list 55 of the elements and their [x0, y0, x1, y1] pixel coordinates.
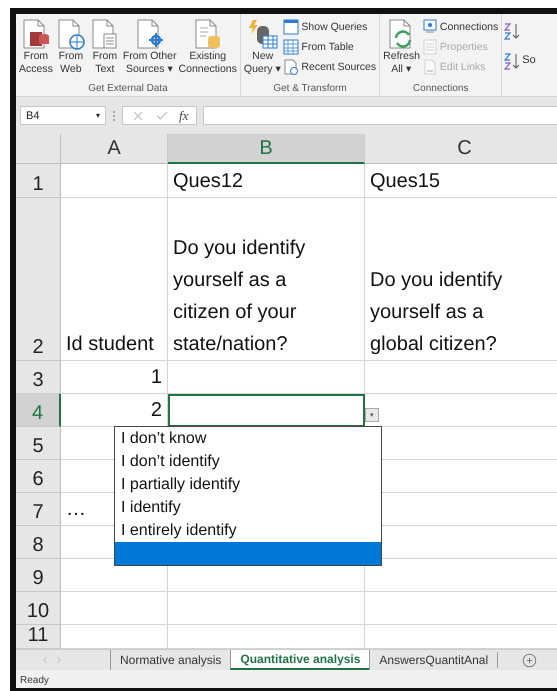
chain-document-icon: [422, 59, 438, 75]
sheet-cell[interactable]: [61, 164, 168, 198]
sheet-cell[interactable]: Ques15: [365, 164, 557, 198]
table-icon: [283, 39, 300, 55]
ribbon-button[interactable]: From Other Sources ▾: [122, 17, 178, 77]
grip-icon: [112, 110, 116, 122]
ribbon-button[interactable]: Refresh All ▾: [382, 17, 421, 77]
sheet-cell[interactable]: Do you identify yourself as a citizen of your state/nation?: [168, 198, 365, 361]
row-header[interactable]: 3: [16, 361, 61, 394]
sheet-cell[interactable]: 1: [61, 361, 168, 394]
ribbon-button[interactable]: From Text: [88, 17, 122, 77]
queries-pane-icon: [283, 19, 300, 35]
sheet-cell[interactable]: [61, 592, 168, 625]
ribbon-button[interactable]: New Query ▾: [242, 17, 282, 77]
row-header[interactable]: 5: [16, 427, 61, 460]
ribbon-button[interactable]: Show Queries: [282, 17, 378, 37]
group-label: Get & Transform: [272, 83, 348, 96]
name-box[interactable]: B4 ▾: [20, 106, 106, 125]
new-query-icon: [246, 18, 279, 50]
insert-function-button[interactable]: fx: [179, 108, 188, 124]
ribbon-button[interactable]: From Web: [54, 17, 88, 77]
row-header[interactable]: 2: [16, 198, 61, 361]
sheet-cell[interactable]: [168, 361, 365, 394]
row-header[interactable]: 6: [16, 460, 61, 493]
row-header[interactable]: 1: [16, 164, 61, 198]
group-label: Connections: [412, 83, 470, 96]
list-icon: [422, 39, 438, 55]
row-header[interactable]: 7: [16, 493, 61, 526]
formula-input[interactable]: [203, 106, 557, 125]
sheet-cell[interactable]: Ques12: [168, 164, 365, 198]
selected-cell[interactable]: [168, 394, 365, 427]
ribbon-button[interactable]: From Table: [282, 37, 378, 57]
ribbon-button[interactable]: From Access: [18, 17, 54, 77]
group-label: Get External Data: [87, 83, 169, 96]
column-header[interactable]: C: [365, 134, 557, 164]
sheet-tab[interactable]: Quantitative analysis: [230, 650, 370, 670]
clock-document-icon: [283, 59, 300, 75]
select-all-corner[interactable]: [16, 134, 61, 164]
row-header[interactable]: 11: [16, 625, 61, 649]
ribbon-button[interactable]: Connections: [420, 17, 500, 37]
sheet-cell[interactable]: Id student: [61, 198, 168, 361]
sheet-cell[interactable]: [168, 592, 365, 625]
column-header[interactable]: B: [168, 134, 365, 164]
row-header[interactable]: 10: [16, 592, 61, 625]
ribbon-button-label[interactable]: So: [522, 54, 536, 66]
sheet-cell[interactable]: Do you identify yourself as a global citizen?: [365, 198, 557, 361]
connections-icon: [422, 19, 438, 35]
row-header[interactable]: 9: [16, 559, 61, 592]
column-header[interactable]: A: [61, 134, 168, 164]
row-header[interactable]: 8: [16, 526, 61, 559]
dropdown-option[interactable]: [115, 542, 381, 565]
row-header[interactable]: 4: [16, 394, 61, 427]
ribbon-button[interactable]: Recent Sources: [282, 57, 378, 77]
status-text: Ready: [20, 674, 49, 686]
ribbon-button[interactable]: Existing Connections: [178, 17, 238, 77]
